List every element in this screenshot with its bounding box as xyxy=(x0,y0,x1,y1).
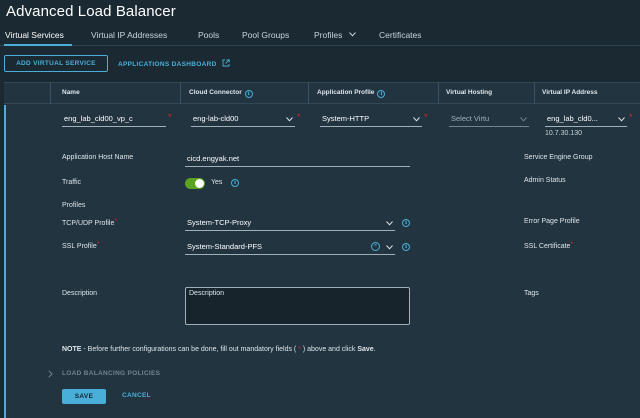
required-marker: * xyxy=(168,112,172,122)
tcp-udp-profile-value: System-TCP-Proxy xyxy=(187,218,252,227)
app-title: Advanced Load Balancer xyxy=(6,3,176,20)
chevron-down-icon xyxy=(520,117,527,122)
app-host-name-label: Application Host Name xyxy=(62,154,134,161)
external-link-icon xyxy=(222,59,230,67)
column-header-name[interactable]: Name xyxy=(62,89,80,96)
required-marker: * xyxy=(297,112,301,122)
name-input-value: eng_lab_cld00_vp_c xyxy=(64,114,133,123)
ssl-profile-label-text: SSL Profile xyxy=(62,243,97,250)
column-separator xyxy=(308,82,309,104)
info-icon[interactable]: i xyxy=(244,90,253,98)
cloud-connector-value: eng-lab-cld00 xyxy=(193,114,239,123)
description-label: Description xyxy=(62,290,98,297)
tab-pools[interactable]: Pools xyxy=(198,30,219,40)
add-virtual-service-button[interactable]: ADD VIRTUAL SERVICE xyxy=(4,55,108,72)
chevron-down-icon xyxy=(413,117,420,122)
save-button[interactable]: SAVE xyxy=(62,389,106,404)
tab-certificates[interactable]: Certificates xyxy=(379,30,422,40)
profiles-heading: Profiles xyxy=(62,202,86,209)
column-header-cloud-connector[interactable]: Cloud Connector i xyxy=(189,89,253,98)
required-marker: * xyxy=(629,112,633,122)
service-engine-group-label: Service Engine Group xyxy=(524,154,593,161)
row-expanded-accent xyxy=(4,105,6,418)
nav-tabs: Virtual Services Virtual IP Addresses Po… xyxy=(0,26,640,46)
tab-virtual-ip-addresses[interactable]: Virtual IP Addresses xyxy=(91,30,167,40)
tab-virtual-services[interactable]: Virtual Services xyxy=(5,30,64,40)
load-balancing-policies-section[interactable]: LOAD BALANCING POLICIES xyxy=(62,370,160,377)
tags-label: Tags xyxy=(524,290,539,297)
clear-icon[interactable]: × xyxy=(371,242,380,251)
tab-profiles[interactable]: Profiles xyxy=(314,30,356,40)
note-save-word: Save xyxy=(357,346,374,353)
column-separator xyxy=(50,82,51,104)
application-profile-select[interactable]: System-HTTP xyxy=(320,110,422,127)
admin-status-label: Admin Status xyxy=(524,177,566,184)
ssl-certificate-label: SSL Certificate* xyxy=(524,241,573,250)
column-separator xyxy=(438,82,439,104)
note-end: . xyxy=(373,346,376,353)
name-input[interactable]: eng_lab_cld00_vp_c xyxy=(62,110,166,127)
note-suffix: ) above and click xyxy=(300,346,358,353)
chevron-down-icon xyxy=(348,32,356,37)
column-header-cloud-connector-label: Cloud Connector xyxy=(189,89,242,96)
chevron-down-icon xyxy=(386,245,393,250)
chevron-down-icon xyxy=(386,221,393,226)
application-profile-value: System-HTTP xyxy=(322,114,370,123)
virtual-hosting-placeholder: Select Virtu xyxy=(451,114,490,123)
info-icon[interactable]: i xyxy=(402,219,410,227)
column-header-virtual-hosting[interactable]: Virtual Hosting xyxy=(446,89,492,96)
note-prefix: NOTE xyxy=(62,346,82,353)
required-marker: * xyxy=(570,241,574,248)
required-marker: * xyxy=(424,112,428,122)
description-placeholder: Description xyxy=(189,290,225,297)
tcp-udp-profile-select[interactable]: System-TCP-Proxy xyxy=(185,215,395,231)
virtual-ip-address-text: 10.7.30.130 xyxy=(545,130,582,137)
required-marker: * xyxy=(114,218,118,225)
virtual-ip-value: eng_lab_cld0... xyxy=(547,114,598,123)
column-separator xyxy=(534,82,535,104)
table-header: Name Cloud Connector i Application Profil… xyxy=(4,82,640,104)
note-text: - Before further configurations can be d… xyxy=(81,346,299,353)
virtual-ip-select[interactable]: eng_lab_cld0... xyxy=(545,110,627,127)
traffic-label: Traffic xyxy=(62,179,82,186)
info-icon[interactable]: i xyxy=(402,243,410,251)
app-host-name-value: cicd.engyak.net xyxy=(187,154,240,163)
chevron-down-icon xyxy=(618,117,625,122)
tcp-udp-profile-label: TCP/UDP Profile* xyxy=(62,218,117,227)
mandatory-note: NOTE - Before further configurations can… xyxy=(62,346,376,353)
column-header-virtual-ip[interactable]: Virtual IP Address xyxy=(542,89,598,96)
traffic-value: Yes xyxy=(211,179,223,186)
virtual-hosting-select[interactable]: Select Virtu xyxy=(449,110,529,127)
applications-dashboard-label: APPLICATIONS DASHBOARD xyxy=(118,61,217,68)
cloud-connector-select[interactable]: eng-lab-cld00 xyxy=(191,110,295,127)
traffic-toggle[interactable] xyxy=(185,178,205,189)
chevron-down-icon xyxy=(286,117,293,122)
tab-pool-groups[interactable]: Pool Groups xyxy=(242,30,289,40)
required-marker: * xyxy=(96,241,100,248)
app-host-name-input[interactable]: cicd.engyak.net xyxy=(185,151,410,167)
description-textarea[interactable]: Description xyxy=(185,287,410,325)
info-icon[interactable]: i xyxy=(231,179,239,187)
column-header-application-profile-label: Application Profile xyxy=(317,89,375,96)
column-separator xyxy=(180,82,181,104)
info-icon[interactable]: i xyxy=(377,90,386,98)
active-tab-indicator xyxy=(4,44,72,46)
column-header-application-profile[interactable]: Application Profile i xyxy=(317,89,386,98)
ssl-profile-value: System-Standard-PFS xyxy=(187,242,263,251)
ssl-certificate-label-text: SSL Certificate xyxy=(524,243,571,250)
ssl-profile-label: SSL Profile* xyxy=(62,241,100,250)
applications-dashboard-link[interactable]: APPLICATIONS DASHBOARD xyxy=(118,59,230,68)
chevron-right-icon[interactable] xyxy=(48,370,53,378)
cancel-button[interactable]: CANCEL xyxy=(122,392,151,399)
tab-profiles-label: Profiles xyxy=(314,30,343,40)
ssl-profile-select[interactable]: System-Standard-PFS × xyxy=(185,239,395,255)
error-page-profile-label: Error Page Profile xyxy=(524,218,580,225)
tcp-udp-profile-label-text: TCP/UDP Profile xyxy=(62,220,115,227)
